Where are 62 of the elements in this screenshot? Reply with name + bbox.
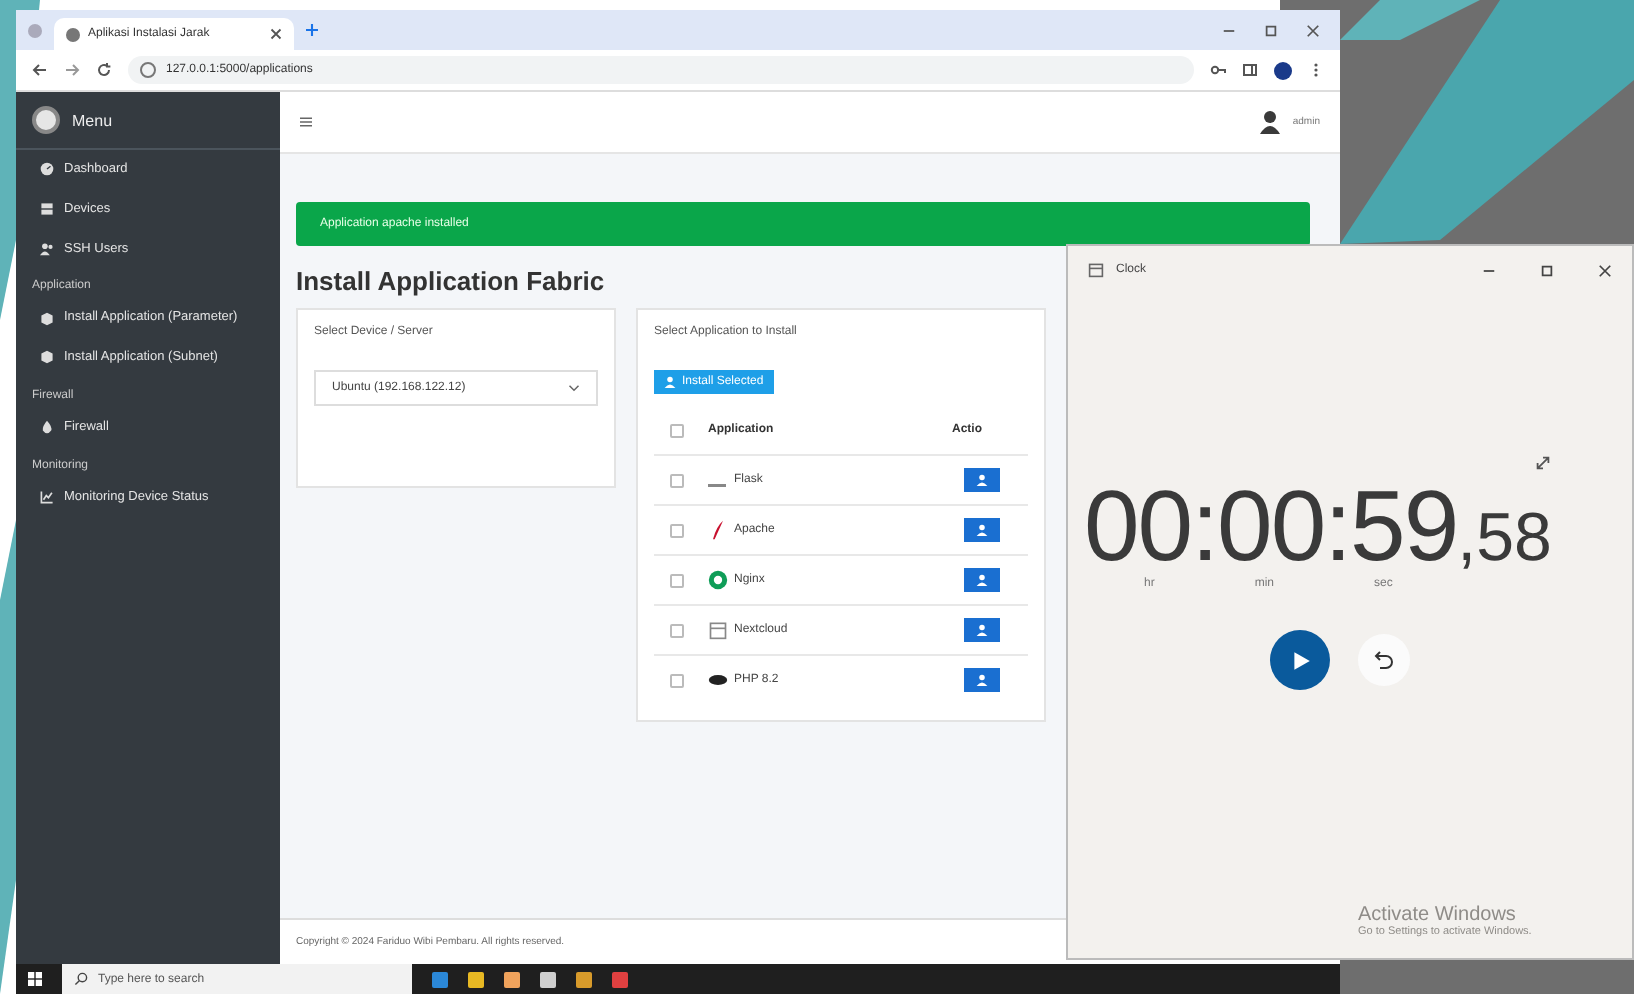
menu-icon[interactable] <box>300 116 312 128</box>
back-icon[interactable] <box>32 62 48 78</box>
sidepanel-icon[interactable] <box>1242 62 1258 78</box>
page-title: Install Application Fabric <box>296 266 605 296</box>
cube-icon <box>40 311 54 326</box>
server-icon <box>40 202 54 217</box>
maximize-icon[interactable] <box>1540 263 1554 277</box>
caret-icon <box>568 384 580 392</box>
play-icon <box>1289 649 1311 671</box>
reload-icon[interactable] <box>96 62 112 78</box>
chart-icon <box>40 489 54 504</box>
close-icon[interactable] <box>270 28 282 40</box>
user-icon <box>976 574 988 586</box>
user-icon <box>976 674 988 686</box>
close-icon[interactable] <box>1306 23 1320 37</box>
line-icon <box>708 484 726 488</box>
install-row-button[interactable] <box>964 668 1000 692</box>
row-checkbox[interactable] <box>670 473 684 487</box>
install-row-button[interactable] <box>964 568 1000 592</box>
row-checkbox[interactable] <box>670 673 684 687</box>
play-button[interactable] <box>1270 630 1330 690</box>
user-icon <box>976 524 988 536</box>
install-row-button[interactable] <box>964 468 1000 492</box>
new-tab-icon[interactable] <box>306 24 318 36</box>
row-checkbox[interactable] <box>670 623 684 637</box>
key-icon[interactable] <box>1210 62 1226 78</box>
select-all-checkbox[interactable] <box>670 423 684 437</box>
close-icon[interactable] <box>1598 263 1612 277</box>
feather-icon <box>708 520 728 540</box>
taskbar-app-icon[interactable] <box>576 971 592 987</box>
brand-title[interactable]: Menu <box>72 111 113 129</box>
row-checkbox[interactable] <box>670 523 684 537</box>
forward-icon[interactable] <box>64 62 80 78</box>
gauge-icon <box>40 162 54 177</box>
taskbar-app-icon[interactable] <box>540 971 556 987</box>
ring-icon <box>708 570 728 590</box>
activation-title: Activate Windows <box>1358 904 1518 926</box>
profile-icon[interactable] <box>1274 61 1292 79</box>
reset-button[interactable] <box>1358 634 1410 686</box>
stopwatch-fraction: ,58 <box>1457 500 1552 578</box>
avatar-icon[interactable] <box>1260 110 1281 134</box>
oval-icon <box>708 670 728 690</box>
row-checkbox[interactable] <box>670 573 684 587</box>
user-icon <box>976 474 988 486</box>
install-row-button[interactable] <box>964 618 1000 642</box>
logo-icon <box>32 106 60 134</box>
taskbar-app-icon[interactable] <box>468 971 484 987</box>
expand-icon[interactable] <box>1534 454 1552 472</box>
taskbar-app-icon[interactable] <box>432 971 448 987</box>
calendar-icon <box>1088 262 1104 278</box>
install-row-button[interactable] <box>964 518 1000 542</box>
windows-icon[interactable] <box>28 972 42 986</box>
user-icon <box>976 624 988 636</box>
maximize-icon[interactable] <box>1264 23 1278 37</box>
users-icon <box>40 241 54 256</box>
taskbar-app-icon[interactable] <box>504 971 520 987</box>
box-icon <box>708 620 728 640</box>
stopwatch-time: 00:00:59 <box>1084 476 1458 576</box>
search-icon <box>74 972 88 986</box>
reset-icon <box>1374 650 1394 670</box>
cube-icon <box>40 350 54 365</box>
user-icon <box>664 376 676 388</box>
